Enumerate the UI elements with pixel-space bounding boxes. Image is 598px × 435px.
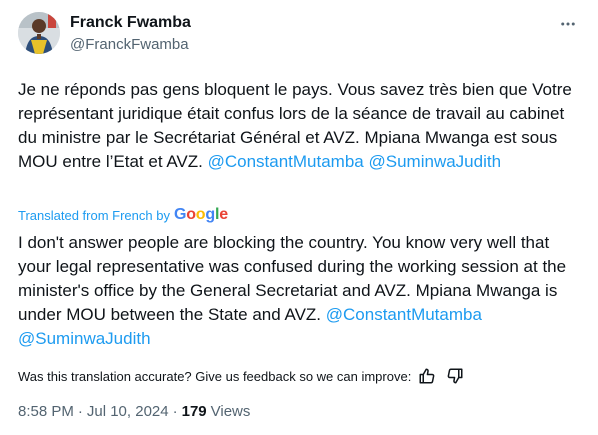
thumbs-up-button[interactable] [417,366,437,386]
views-label: Views [210,403,251,420]
author-handle[interactable]: @FranckFwamba [70,35,189,55]
thumbs-down-icon [447,368,463,384]
thumbs-down-button[interactable] [445,366,465,386]
avatar-photo [18,12,60,54]
tweet-translated-text: I don't answer people are blocking the c… [18,231,578,351]
translation-attribution[interactable]: Translated from French by Google [18,205,228,225]
views-count: 179 [181,403,207,420]
tweet: Franck Fwamba @FranckFwamba Je ne répond… [0,0,598,435]
translated-text-body: I don't answer people are blocking the c… [18,233,567,324]
translation-feedback: Was this translation accurate? Give us f… [18,366,465,386]
tweet-meta: 8:58 PM · Jul 10, 2024 · 179 Views [18,403,250,420]
mention-link[interactable]: @ConstantMutamba [326,305,482,324]
avatar[interactable] [18,12,60,54]
author-name[interactable]: Franck Fwamba [70,13,191,33]
thumbs-up-icon [419,368,435,384]
google-logo: Google [173,206,228,223]
meta-separator: · [77,403,83,420]
feedback-prompt: Was this translation accurate? Give us f… [18,368,412,384]
more-horizontal-icon [561,22,575,26]
mention-link[interactable]: @SuminwaJudith [369,152,502,171]
translation-label: Translated from French by [18,207,170,223]
meta-separator: · [172,403,178,420]
mention-link[interactable]: @SuminwaJudith [18,329,151,348]
tweet-time[interactable]: 8:58 PM [18,403,74,420]
more-options-button[interactable] [556,12,580,36]
tweet-original-text: Je ne réponds pas gens bloquent le pays.… [18,78,578,174]
mention-link[interactable]: @ConstantMutamba [208,152,364,171]
tweet-date[interactable]: Jul 10, 2024 [87,403,169,420]
